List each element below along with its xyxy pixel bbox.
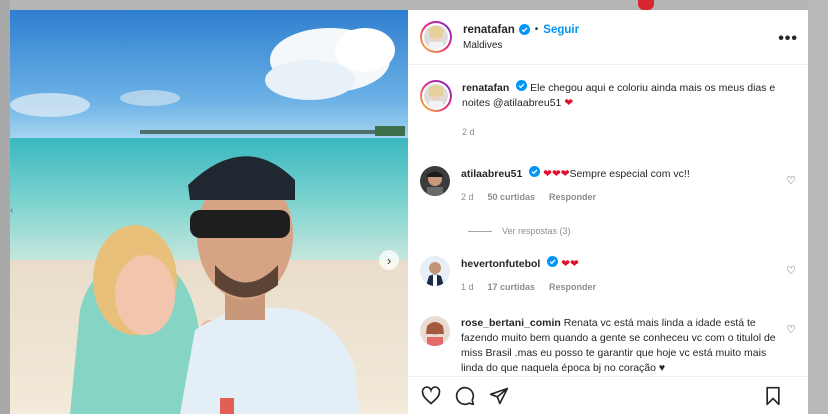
follow-button[interactable]: Seguir <box>543 24 579 36</box>
post-modal: ‹ › renatafan • Seguir Maldives ••• rena… <box>10 10 808 414</box>
left-edge-indicator: ‹ <box>10 205 14 216</box>
caption-row: renatafan Ele chegou aqui e coloriu aind… <box>420 80 792 140</box>
comment-hearts-emoji: ❤❤ <box>561 258 579 270</box>
caption-time[interactable]: 2 d <box>462 125 475 140</box>
comment-row: rose_bertani_comin Renata vc está mais l… <box>420 316 791 376</box>
share-icon[interactable] <box>488 385 510 407</box>
post-username[interactable]: renatafan <box>463 24 515 36</box>
comment-heart-emoji: ♥ <box>658 362 666 374</box>
comment-username[interactable]: hevertonfutebol <box>461 258 540 270</box>
post-location[interactable]: Maldives <box>463 40 579 51</box>
comment-likes[interactable]: 50 curtidas <box>488 190 536 205</box>
next-photo-button[interactable]: › <box>379 250 399 270</box>
comment-like-heart-icon[interactable]: ♡ <box>786 174 796 187</box>
comment-like-heart-icon[interactable]: ♡ <box>786 323 796 336</box>
replies-divider <box>468 230 492 232</box>
verified-badge-icon <box>529 166 541 177</box>
comment-row: hevertonfutebol ❤❤ 1 d 17 curtidas Respo… <box>420 256 791 295</box>
post-side-panel: renatafan • Seguir Maldives ••• renatafa… <box>408 10 808 414</box>
backdrop-left <box>0 0 10 414</box>
separator-dot: • <box>534 24 539 35</box>
comment-icon[interactable] <box>454 385 476 407</box>
post-actions-bar <box>408 376 808 414</box>
comment-text: Sempre especial com vc!! <box>569 168 690 180</box>
comment-time[interactable]: 2 d <box>461 190 474 205</box>
post-photo[interactable]: ‹ › <box>10 10 408 414</box>
notification-badge <box>638 0 654 10</box>
comments-list[interactable]: renatafan Ele chegou aqui e coloriu aind… <box>408 66 808 376</box>
comment-avatar[interactable] <box>420 166 450 196</box>
caption-heart-emoji: ❤ <box>564 97 574 109</box>
avatar[interactable] <box>420 21 452 53</box>
comment-avatar[interactable] <box>420 256 450 286</box>
more-options-icon[interactable]: ••• <box>778 30 798 48</box>
bookmark-icon[interactable] <box>762 385 784 407</box>
post-header: renatafan • Seguir Maldives ••• <box>408 10 808 65</box>
chevron-right-icon: › <box>386 252 392 268</box>
view-replies[interactable]: Ver respostas (3) <box>468 226 571 236</box>
reply-button[interactable]: Responder <box>549 190 596 205</box>
comment-row: atilaabreu51 ❤❤❤Sempre especial com vc!!… <box>420 166 791 205</box>
comment-username[interactable]: atilaabreu51 <box>461 168 522 180</box>
verified-badge-icon <box>518 24 530 35</box>
comment-hearts-emoji: ❤❤❤ <box>543 168 570 180</box>
comment-username[interactable]: rose_bertani_comin <box>461 317 561 329</box>
view-replies-label[interactable]: Ver respostas (3) <box>502 226 571 236</box>
verified-badge-icon <box>547 256 559 267</box>
caption-text: Ele chegou aqui e coloriu ainda mais os … <box>462 82 776 109</box>
caption-avatar[interactable] <box>420 80 452 112</box>
comment-avatar[interactable] <box>420 316 450 346</box>
comment-likes[interactable]: 17 curtidas <box>488 280 536 295</box>
comment-like-heart-icon[interactable]: ♡ <box>786 264 796 277</box>
verified-badge-icon <box>516 80 528 91</box>
heart-icon[interactable] <box>420 385 442 407</box>
reply-button[interactable]: Responder <box>549 280 596 295</box>
backdrop-right <box>808 0 828 414</box>
comment-time[interactable]: 1 d <box>461 280 474 295</box>
caption-username[interactable]: renatafan <box>462 82 509 94</box>
